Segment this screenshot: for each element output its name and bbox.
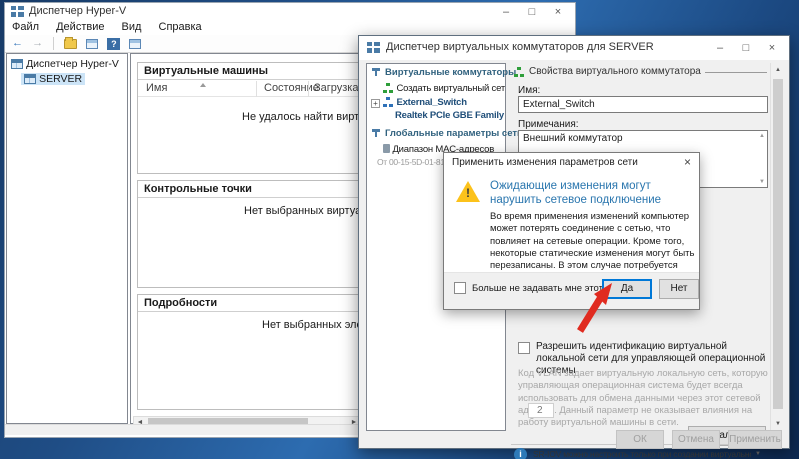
apply-button[interactable]: Применить: [728, 430, 782, 449]
no-button[interactable]: Нет: [659, 279, 699, 299]
switch-icon: [383, 97, 394, 107]
hyperv-tree-panel: Диспетчер Hyper-V SERVER: [6, 53, 128, 424]
tree-item-server[interactable]: SERVER: [21, 73, 85, 85]
forward-icon[interactable]: →: [32, 37, 43, 49]
help-icon[interactable]: ?: [107, 38, 120, 50]
nav-adapter-label: Realtek PCIe GBE Family Cont...: [395, 110, 505, 121]
warning-icon: !: [456, 181, 480, 202]
switch-manager-titlebar[interactable]: Диспетчер виртуальных коммутаторов для S…: [359, 36, 789, 60]
textarea-scroll-down-icon[interactable]: ▼: [759, 179, 765, 185]
dialog-titlebar[interactable]: Применить изменения параметров сети ×: [444, 153, 699, 173]
nav-new-switch[interactable]: Создать виртуальный сетевой к...: [383, 83, 505, 94]
properties-header-icon: [514, 67, 525, 77]
nav-switches-header[interactable]: Виртуальные коммутаторы: [385, 67, 505, 78]
cancel-button-label: Отмена: [678, 434, 714, 445]
scroll-up-icon[interactable]: ▲: [775, 67, 781, 73]
new-switch-icon: [383, 83, 394, 93]
menu-action[interactable]: Действие: [49, 20, 111, 34]
hyperv-menubar: Файл Действие Вид Справка: [5, 20, 575, 35]
tree-server-label: SERVER: [39, 73, 82, 85]
vlan-description: Код VLAN задает виртуальную локальную се…: [518, 368, 770, 430]
sriov-chevron-down-icon[interactable]: ▼: [755, 451, 761, 457]
switch-name-input[interactable]: External_Switch: [518, 96, 768, 113]
switch-manager-window-title: Диспетчер виртуальных коммутаторов для S…: [386, 41, 654, 53]
properties-header-label: Свойства виртуального коммутатора: [529, 66, 701, 77]
close-button[interactable]: ×: [759, 40, 785, 56]
apply-changes-dialog: Применить изменения параметров сети × ! …: [443, 152, 700, 310]
minimize-button[interactable]: –: [493, 4, 519, 20]
ok-button[interactable]: ОК: [616, 430, 664, 449]
scroll-down-icon[interactable]: ▼: [775, 421, 781, 427]
info-icon: i: [514, 448, 527, 459]
ok-button-label: ОК: [633, 434, 647, 445]
new-window-icon[interactable]: [129, 39, 141, 49]
close-icon[interactable]: ×: [684, 155, 691, 169]
nav-global-header-label: Глобальные параметры сети: [385, 128, 523, 139]
back-icon[interactable]: ←: [12, 37, 23, 49]
tree-root-label: Диспетчер Hyper-V: [26, 58, 119, 70]
dialog-heading: Ожидающие изменения могут нарушить сетев…: [490, 179, 694, 208]
scrollbar-thumb[interactable]: [773, 79, 783, 409]
pin-icon: [372, 68, 380, 76]
export-icon[interactable]: [64, 39, 77, 49]
dont-ask-checkbox[interactable]: [454, 282, 466, 294]
notes-value: Внешний коммутатор: [523, 133, 623, 144]
close-button[interactable]: ×: [545, 4, 571, 20]
sort-ascending-icon: [200, 83, 206, 87]
cancel-button[interactable]: Отмена: [672, 430, 720, 449]
desktop: Диспетчер Hyper-V – □ × Файл Действие Ви…: [0, 0, 799, 459]
nav-adapter-name[interactable]: Realtek PCIe GBE Family Cont...: [395, 110, 505, 121]
pin-icon: [372, 129, 380, 137]
toolbar-separator: [53, 37, 54, 50]
hyperv-titlebar[interactable]: Диспетчер Hyper-V – □ ×: [5, 3, 575, 20]
column-divider[interactable]: [308, 81, 309, 97]
column-divider[interactable]: [256, 81, 257, 97]
nav-external-switch-label: External_Switch: [396, 97, 466, 108]
sriov-note: SR-IOV можно настроить только при создан…: [533, 449, 751, 459]
menu-view[interactable]: Вид: [115, 20, 149, 34]
hyperv-root-icon: [11, 59, 23, 69]
nav-switches-header-label: Виртуальные коммутаторы: [385, 67, 516, 78]
apply-button-label: Применить: [729, 434, 781, 445]
dialog-title: Применить изменения параметров сети: [452, 157, 638, 168]
maximize-button[interactable]: □: [519, 4, 545, 20]
console-window-icon[interactable]: [86, 39, 98, 49]
minimize-button[interactable]: –: [707, 40, 733, 56]
hyperv-window-title: Диспетчер Hyper-V: [29, 5, 126, 17]
maximize-button[interactable]: □: [733, 40, 759, 56]
tree-item-root[interactable]: Диспетчер Hyper-V: [11, 58, 119, 70]
vertical-scrollbar[interactable]: ▲ ▼: [770, 63, 785, 431]
properties-header-rule: [705, 72, 767, 73]
expand-icon[interactable]: +: [371, 99, 380, 108]
hyperv-app-icon: [11, 6, 24, 17]
switch-name-value: External_Switch: [523, 99, 595, 110]
textarea-scroll-up-icon[interactable]: ▲: [759, 133, 765, 139]
vlan-id-value: 2: [537, 405, 543, 416]
menu-help[interactable]: Справка: [152, 20, 209, 34]
notes-field-label: Примечания:: [518, 119, 579, 130]
switch-manager-app-icon: [367, 42, 380, 53]
mac-range-icon: [383, 144, 390, 153]
column-state[interactable]: Состояние: [264, 82, 319, 94]
yes-button[interactable]: Да: [602, 279, 652, 299]
nav-global-header[interactable]: Глобальные параметры сети: [385, 128, 505, 139]
vlan-id-input[interactable]: 2: [528, 403, 554, 418]
yes-button-label: Да: [621, 283, 633, 294]
vlan-checkbox[interactable]: [518, 342, 530, 354]
server-icon: [24, 74, 36, 84]
column-name[interactable]: Имя: [146, 82, 167, 94]
name-field-label: Имя:: [518, 85, 540, 96]
menu-file[interactable]: Файл: [5, 20, 46, 34]
nav-new-switch-label: Создать виртуальный сетевой к...: [396, 83, 505, 94]
nav-external-switch[interactable]: External_Switch: [383, 97, 505, 108]
no-button-label: Нет: [670, 283, 687, 294]
